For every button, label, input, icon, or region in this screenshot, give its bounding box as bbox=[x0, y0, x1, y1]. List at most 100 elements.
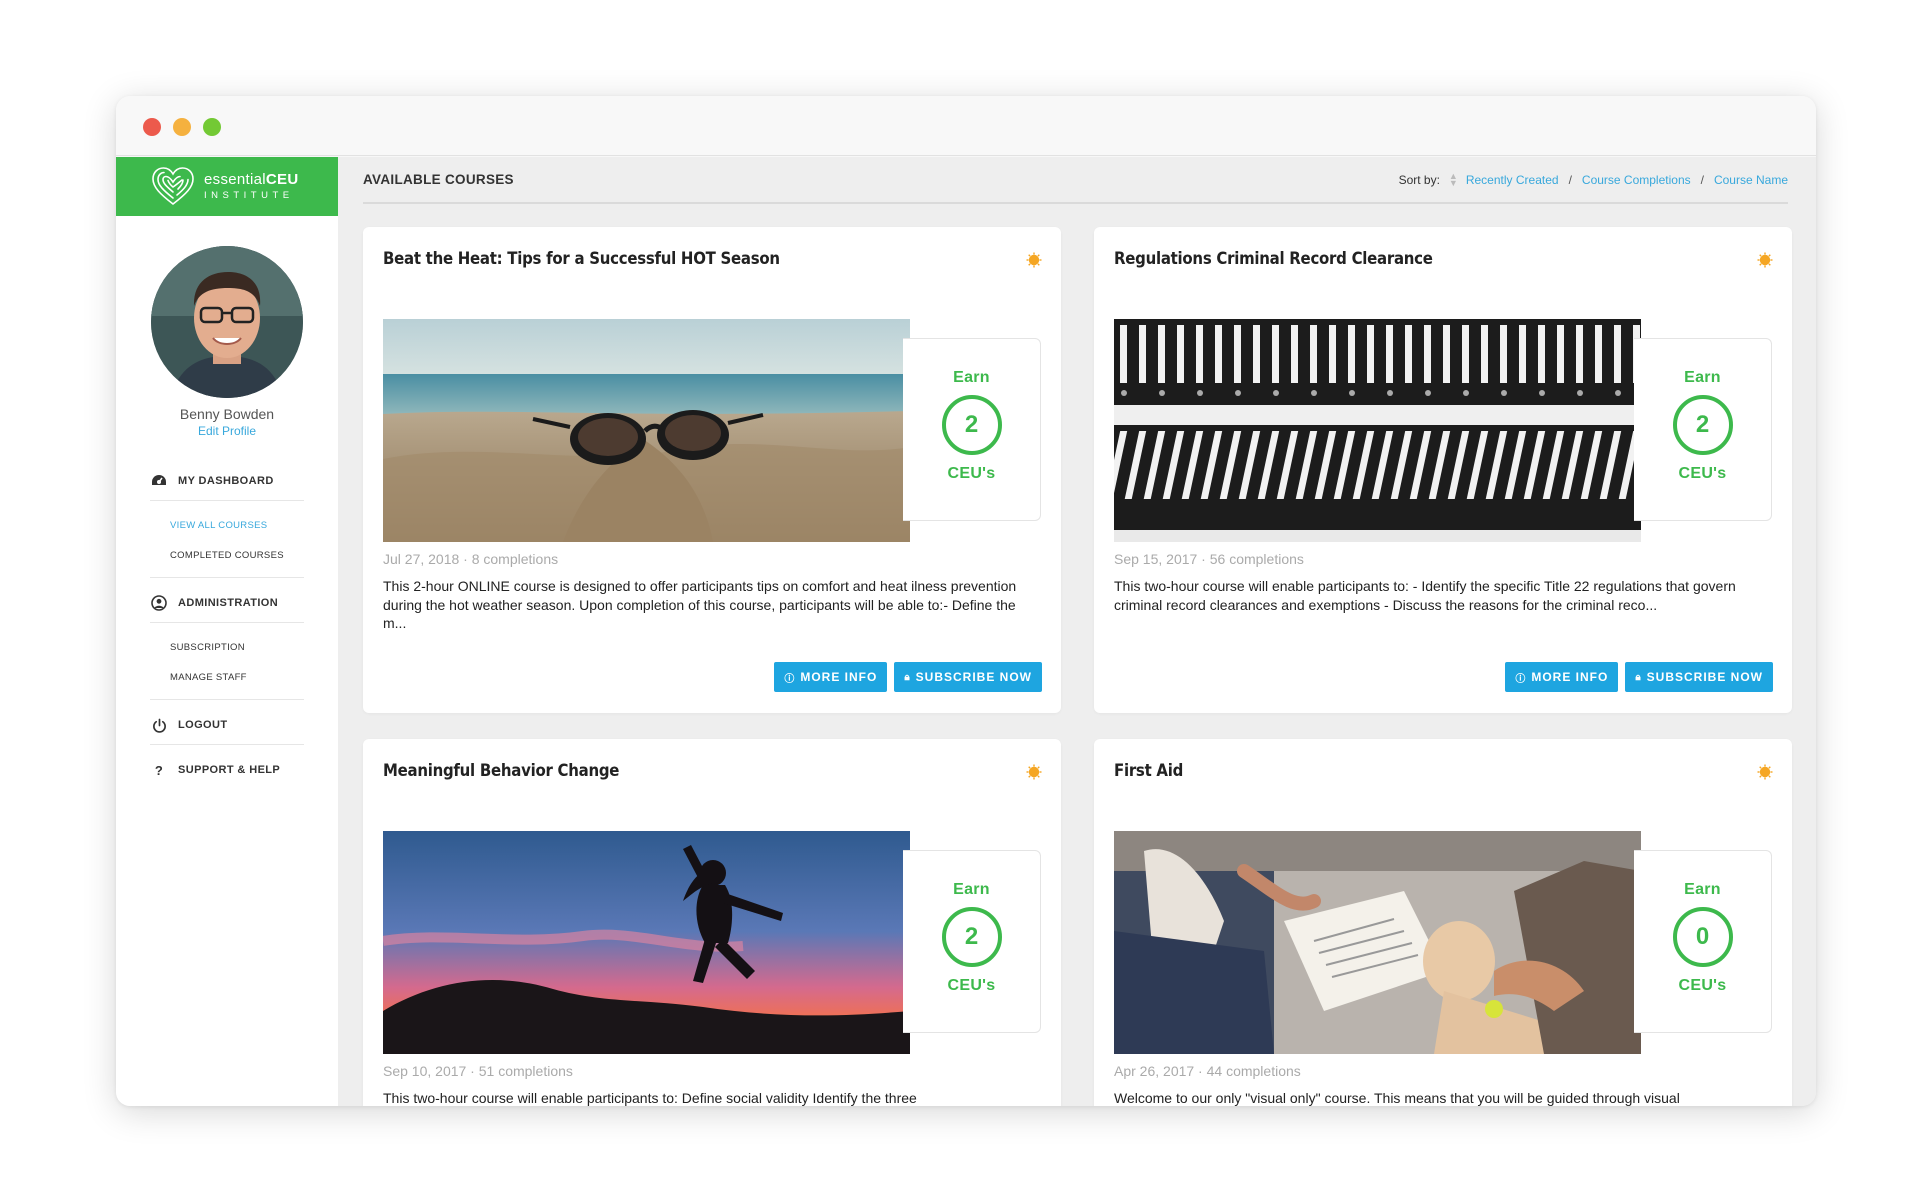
course-meta: Apr 26, 2017 · 44 completions bbox=[1114, 1063, 1301, 1079]
subscribe-now-button[interactable]: 🔒︎ SUBSCRIBE NOW bbox=[894, 662, 1042, 692]
sun-badge-icon bbox=[1026, 764, 1042, 780]
page-title: AVAILABLE COURSES bbox=[363, 172, 514, 187]
first-aid-training-image bbox=[1114, 831, 1641, 1054]
sun-badge-icon bbox=[1757, 252, 1773, 268]
sidebar-item-manage-staff[interactable]: MANAGE STAFF bbox=[150, 663, 304, 693]
edit-profile-link[interactable]: Edit Profile bbox=[116, 424, 338, 438]
ceu-earn-box: Earn 0 CEU's bbox=[1634, 850, 1772, 1033]
sort-recently-created[interactable]: Recently Created bbox=[1466, 173, 1559, 187]
ceu-count: 2 bbox=[941, 395, 1002, 455]
title-bar bbox=[116, 96, 1816, 156]
brand-name: essentialCEU bbox=[204, 171, 299, 189]
earn-label: Earn bbox=[1684, 369, 1721, 386]
dashboard-icon bbox=[150, 472, 168, 490]
sun-badge-icon bbox=[1026, 252, 1042, 268]
power-icon bbox=[150, 716, 168, 734]
sunset-jump-image bbox=[383, 831, 910, 1054]
ceu-unit: CEU's bbox=[1678, 977, 1727, 994]
main-content: AVAILABLE COURSES Sort by: ▲ ▼ Recently C… bbox=[338, 157, 1816, 1106]
minimize-window-button[interactable] bbox=[173, 118, 191, 136]
course-description: Welcome to our only "visual only" course… bbox=[1114, 1090, 1680, 1106]
ceu-unit: CEU's bbox=[1678, 465, 1727, 482]
ceu-earn-box: Earn 2 CEU's bbox=[1634, 338, 1772, 521]
course-image[interactable] bbox=[1114, 831, 1641, 1054]
ceu-count: 2 bbox=[941, 907, 1002, 967]
divider bbox=[150, 577, 304, 578]
sidebar-item-label: ADMINISTRATION bbox=[178, 597, 279, 609]
earn-label: Earn bbox=[953, 881, 990, 898]
divider bbox=[150, 699, 304, 700]
user-circle-icon bbox=[150, 594, 168, 612]
course-actions: ⓘ MORE INFO 🔒︎ SUBSCRIBE NOW bbox=[1505, 662, 1773, 692]
ceu-count: 2 bbox=[1672, 395, 1733, 455]
earn-label: Earn bbox=[953, 369, 990, 386]
course-image[interactable] bbox=[383, 319, 910, 542]
sidebar-item-label: LOGOUT bbox=[178, 719, 228, 731]
sidebar-item-support[interactable]: ? SUPPORT & HELP bbox=[150, 759, 304, 781]
course-actions: ⓘ MORE INFO 🔒︎ SUBSCRIBE NOW bbox=[774, 662, 1042, 692]
sidebar-item-administration[interactable]: ADMINISTRATION bbox=[150, 592, 304, 614]
brand-logo[interactable]: essentialCEU INSTITUTE bbox=[116, 157, 338, 216]
avatar[interactable] bbox=[151, 246, 303, 398]
earn-label: Earn bbox=[1684, 881, 1721, 898]
app-window: essentialCEU INSTITUTE Benny Bowden Edit… bbox=[116, 96, 1816, 1106]
course-title[interactable]: First Aid bbox=[1114, 761, 1183, 781]
sidebar-item-dashboard[interactable]: MY DASHBOARD bbox=[150, 470, 304, 492]
course-title[interactable]: Regulations Criminal Record Clearance bbox=[1114, 249, 1433, 269]
course-description: This two-hour course will enable partici… bbox=[383, 1090, 917, 1106]
sidebar-item-completed-courses[interactable]: COMPLETED COURSES bbox=[150, 541, 304, 571]
course-meta: Sep 15, 2017 · 56 completions bbox=[1114, 551, 1304, 567]
course-card: First Aid Earn 0 CEU's Apr 26, 2017 · 44… bbox=[1094, 739, 1792, 1106]
user-portrait-image bbox=[151, 246, 303, 398]
ceu-count: 0 bbox=[1672, 907, 1733, 967]
sidebar-item-logout[interactable]: LOGOUT bbox=[150, 714, 304, 736]
heart-fingerprint-icon bbox=[152, 166, 194, 205]
course-title[interactable]: Meaningful Behavior Change bbox=[383, 761, 619, 781]
more-info-button[interactable]: ⓘ MORE INFO bbox=[774, 662, 888, 692]
ceu-unit: CEU's bbox=[947, 977, 996, 994]
sidebar-item-label: MY DASHBOARD bbox=[178, 475, 274, 487]
sort-separator: / bbox=[1568, 172, 1572, 187]
sidebar-item-subscription[interactable]: SUBSCRIPTION bbox=[150, 633, 304, 663]
profile-name: Benny Bowden bbox=[179, 406, 275, 422]
sunglasses-beach-image bbox=[383, 319, 910, 542]
divider bbox=[150, 500, 304, 501]
course-card: Meaningful Behavior Change Earn 2 CEU's … bbox=[363, 739, 1061, 1106]
sort-controls: Sort by: ▲ ▼ Recently Created / Course Co… bbox=[1398, 171, 1788, 187]
brand-subtitle: INSTITUTE bbox=[204, 190, 294, 202]
ceu-unit: CEU's bbox=[947, 465, 996, 482]
course-meta: Sep 10, 2017 · 51 completions bbox=[383, 1063, 573, 1079]
course-description: This two-hour course will enable partici… bbox=[1114, 578, 1736, 613]
close-window-button[interactable] bbox=[143, 118, 161, 136]
sort-label: Sort by: bbox=[1398, 172, 1440, 187]
sun-badge-icon bbox=[1757, 764, 1773, 780]
content-header: AVAILABLE COURSES Sort by: ▲ ▼ Recently C… bbox=[363, 157, 1788, 204]
ceu-earn-box: Earn 2 CEU's bbox=[903, 850, 1041, 1033]
maximize-window-button[interactable] bbox=[203, 118, 221, 136]
sidebar-item-label: SUPPORT & HELP bbox=[178, 764, 281, 776]
course-image[interactable] bbox=[1114, 319, 1641, 542]
sort-course-completions[interactable]: Course Completions bbox=[1582, 173, 1691, 187]
course-card: Regulations Criminal Record Clearance Ea… bbox=[1094, 227, 1792, 713]
course-meta: Jul 27, 2018 · 8 completions bbox=[383, 551, 559, 567]
divider bbox=[150, 622, 304, 623]
more-info-button[interactable]: ⓘ MORE INFO bbox=[1505, 662, 1619, 692]
question-mark-icon: ? bbox=[154, 762, 164, 778]
course-card: Beat the Heat: Tips for a Successful HOT… bbox=[363, 227, 1061, 713]
sidebar-nav: MY DASHBOARD VIEW ALL COURSES COMPLETED … bbox=[116, 470, 338, 781]
course-image[interactable] bbox=[383, 831, 910, 1054]
ceu-earn-box: Earn 2 CEU's bbox=[903, 338, 1041, 521]
sort-course-name[interactable]: Course Name bbox=[1714, 173, 1788, 187]
info-icon: ⓘ bbox=[1515, 673, 1527, 685]
sidebar: essentialCEU INSTITUTE Benny Bowden Edit… bbox=[116, 157, 338, 1106]
subscribe-now-button[interactable]: 🔒︎ SUBSCRIBE NOW bbox=[1625, 662, 1773, 692]
divider bbox=[150, 744, 304, 745]
lock-icon: 🔒︎ bbox=[1635, 671, 1642, 683]
info-icon: ⓘ bbox=[784, 673, 796, 685]
sort-separator: / bbox=[1700, 172, 1704, 187]
sidebar-item-view-all-courses[interactable]: VIEW ALL COURSES bbox=[150, 511, 304, 541]
course-title[interactable]: Beat the Heat: Tips for a Successful HOT… bbox=[383, 249, 780, 269]
binders-shelf-image bbox=[1114, 319, 1641, 542]
course-description: This 2-hour ONLINE course is designed to… bbox=[383, 578, 1017, 631]
lock-icon: 🔒︎ bbox=[904, 671, 911, 683]
